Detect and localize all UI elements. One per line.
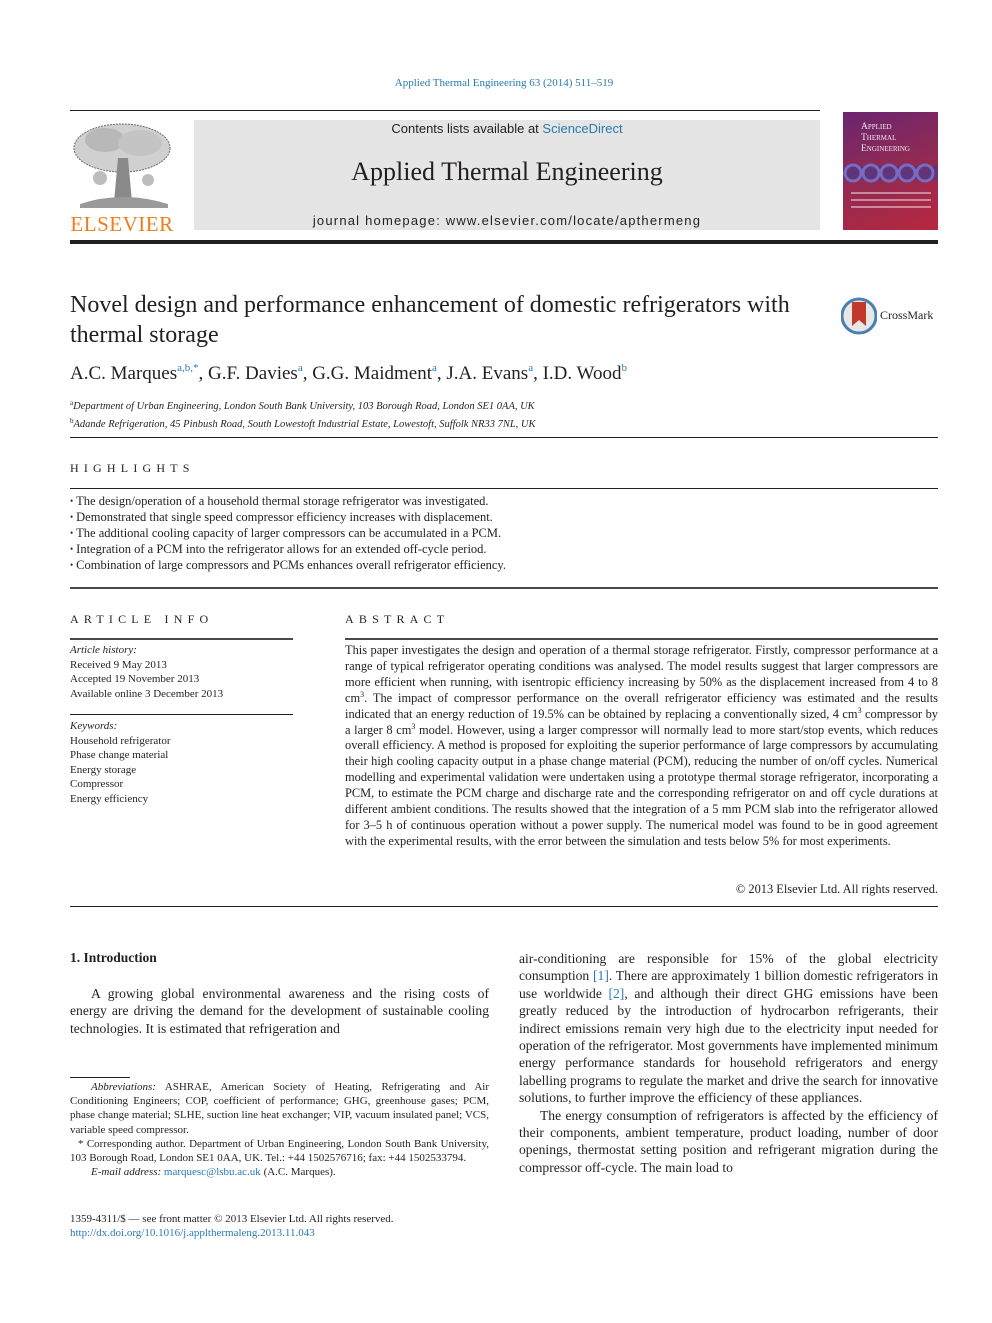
section-heading-introduction: 1. Introduction [70, 950, 157, 965]
keyword: Compressor [70, 778, 124, 790]
author-name[interactable]: G.F. Davies [208, 363, 298, 384]
cover-title: Applied Thermal Engineering [861, 122, 910, 155]
author-name[interactable]: J.A. Evans [446, 363, 528, 384]
citation-link[interactable]: [1] [593, 968, 609, 983]
highlight-item: Demonstrated that single speed compresso… [70, 509, 938, 525]
email-owner: (A.C. Marques). [260, 1166, 336, 1179]
abbreviations-label: Abbreviations: [91, 1081, 156, 1093]
affiliation-text: Department of Urban Engineering, London … [73, 401, 535, 412]
keyword: Phase change material [70, 749, 169, 761]
highlights-list: The design/operation of a household ther… [70, 493, 938, 573]
footnote-rule [70, 1077, 130, 1078]
keyword: Energy efficiency [70, 792, 149, 805]
abstract-segment: . The impact of compressor performance o… [345, 690, 938, 721]
footnotes: Abbreviations: ASHRAE, American Society … [70, 1080, 489, 1179]
author-affiliation-marks[interactable]: a [432, 362, 437, 374]
highlight-item: Combination of large compressors and PCM… [70, 557, 938, 573]
contents-line: Contents lists available at ScienceDirec… [194, 121, 820, 136]
author-affiliation-marks[interactable]: a [298, 362, 303, 374]
keyword: Energy storage [70, 763, 137, 776]
journal-name: Applied Thermal Engineering [351, 157, 663, 186]
affiliation-b: bAdande Refrigeration, 45 Pinbush Road, … [70, 414, 930, 432]
abbreviations-footnote: Abbreviations: ASHRAE, American Society … [70, 1080, 489, 1137]
author-list: A.C. Marquesa,b,*, G.F. Daviesa, G.G. Ma… [70, 362, 627, 384]
cover-title-line: Engineering [861, 144, 910, 154]
history-label: Article history: [70, 644, 137, 656]
elsevier-tree-icon [73, 123, 171, 208]
journal-citation-link[interactable]: Applied Thermal Engineering 63 (2014) 51… [0, 77, 992, 89]
keywords: Keywords: Household refrigerator Phase c… [70, 719, 293, 806]
divider [70, 437, 938, 438]
abstract-copyright: © 2013 Elsevier Ltd. All rights reserved… [735, 882, 938, 896]
journal-homepage[interactable]: journal homepage: www.elsevier.com/locat… [194, 213, 820, 228]
article-history: Article history: Received 9 May 2013 Acc… [70, 643, 293, 701]
top-rule [70, 110, 820, 111]
cover-title-line: Applied [861, 122, 892, 132]
paragraph-text: , and although their direct GHG emission… [519, 985, 938, 1106]
author-affiliation-marks[interactable]: a [528, 362, 533, 374]
keyword: Household refrigerator [70, 734, 171, 747]
elsevier-wordmark: ELSEVIER [70, 212, 174, 236]
history-online: Available online 3 December 2013 [70, 687, 224, 700]
cover-chain-graphic [843, 163, 938, 183]
affiliation-text: Adande Refrigeration, 45 Pinbush Road, S… [73, 419, 536, 430]
cover-title-line: Thermal [861, 133, 897, 143]
divider [70, 906, 938, 907]
body-paragraph: The energy consumption of refrigerators … [519, 1107, 938, 1175]
keywords-label: Keywords: [70, 720, 118, 732]
doi-link[interactable]: http://dx.doi.org/10.1016/j.applthermale… [70, 1227, 315, 1239]
author-affiliation-marks[interactable]: b [621, 362, 627, 374]
cover-fine-print [851, 192, 931, 213]
divider [345, 638, 938, 640]
highlight-item: Integration of a PCM into the refrigerat… [70, 541, 938, 557]
article-info-heading: ARTICLE INFO [70, 612, 214, 626]
history-received: Received 9 May 2013 [70, 658, 167, 671]
journal-cover-thumbnail[interactable]: Applied Thermal Engineering [843, 112, 938, 230]
highlights-heading: HIGHLIGHTS [70, 461, 195, 475]
article-title: Novel design and performance enhancement… [70, 292, 790, 348]
crossmark-button[interactable]: CrossMark [840, 296, 941, 336]
abstract-segment: model. However, using a larger compresso… [345, 722, 938, 848]
body-right-column: air-conditioning are responsible for 15%… [519, 950, 938, 1176]
crossmark-label: CrossMark [880, 308, 934, 322]
corresponding-author-footnote: * Corresponding author. Department of Ur… [70, 1137, 489, 1165]
divider [70, 587, 938, 589]
author-name[interactable]: A.C. Marques [70, 363, 177, 384]
highlight-item: The design/operation of a household ther… [70, 493, 938, 509]
citation-link[interactable]: [2] [608, 986, 624, 1001]
divider [70, 638, 293, 640]
email-footnote: E-mail address: marquesc@lsbu.ac.uk (A.C… [70, 1165, 489, 1179]
masthead-thick-rule [70, 240, 938, 244]
author-name[interactable]: I.D. Wood [543, 363, 622, 384]
issn-line: 1359-4311/$ — see front matter © 2013 El… [70, 1213, 394, 1225]
intro-paragraph-continued: air-conditioning are responsible for 15%… [519, 950, 938, 1107]
affiliations: aDepartment of Urban Engineering, London… [70, 396, 930, 432]
email-label: E-mail address: [91, 1166, 162, 1179]
sciencedirect-link[interactable]: ScienceDirect [542, 121, 622, 136]
divider [70, 714, 293, 715]
abstract-text: This paper investigates the design and o… [345, 643, 938, 850]
crossmark-icon [840, 297, 878, 335]
abstract-heading: ABSTRACT [345, 612, 450, 626]
email-link[interactable]: marquesc@lsbu.ac.uk [164, 1166, 261, 1178]
author-name[interactable]: G.G. Maidment [312, 363, 432, 384]
affiliation-a: aDepartment of Urban Engineering, London… [70, 396, 930, 414]
history-accepted: Accepted 19 November 2013 [70, 673, 200, 685]
highlight-item: The additional cooling capacity of large… [70, 525, 938, 541]
divider [70, 488, 938, 489]
corresponding-author-star[interactable]: * [193, 362, 199, 374]
front-matter: 1359-4311/$ — see front matter © 2013 El… [70, 1212, 489, 1240]
intro-paragraph: A growing global environmental awareness… [70, 986, 489, 1036]
contents-prefix: Contents lists available at [391, 121, 543, 136]
author-affiliation-marks[interactable]: a,b, [177, 362, 193, 374]
